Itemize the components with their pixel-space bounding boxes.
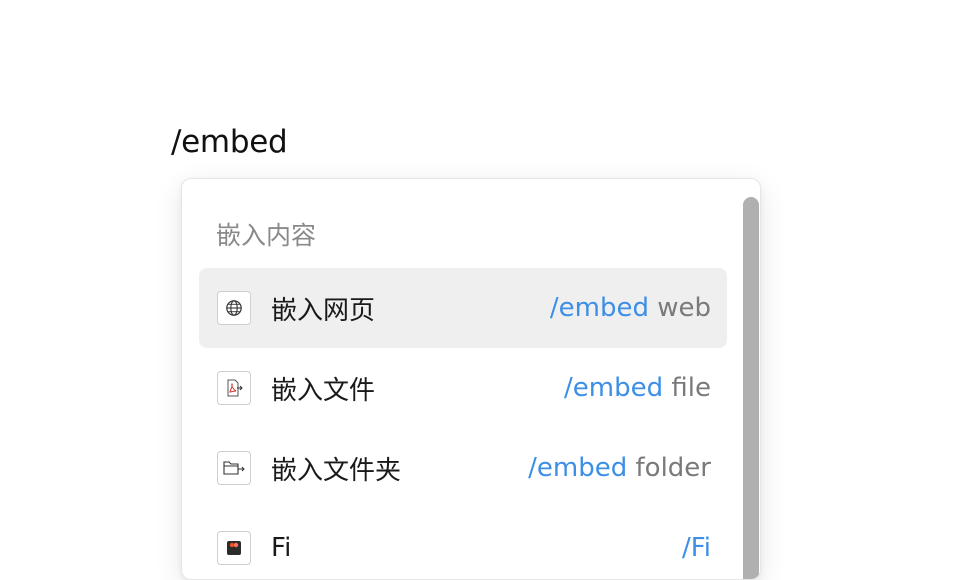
menu-item-shortcut: /Fi [681, 533, 711, 563]
menu-item-embed-folder[interactable]: 嵌入文件夹 /embed folder [199, 428, 727, 508]
editor-typed-text[interactable]: /embed [171, 124, 288, 160]
menu-item-label: 嵌入网页 [271, 295, 376, 326]
popup-scrollbar[interactable] [743, 197, 759, 579]
menu-item-shortcut: /embed web [549, 293, 711, 323]
section-title: 嵌入内容 [216, 221, 317, 250]
embed-command-popup: 嵌入内容 嵌入网页 /embed web 嵌入文件 /embed file 嵌入… [181, 178, 761, 580]
pdf-file-icon [217, 371, 251, 405]
menu-item-label: Fi [271, 533, 292, 563]
menu-item-shortcut: /embed file [564, 373, 711, 403]
menu-item-shortcut: /embed folder [528, 453, 711, 483]
menu-item-label: 嵌入文件夹 [271, 455, 402, 486]
menu-item-figma[interactable]: Fi /Fi [199, 508, 727, 579]
menu-item-embed-file[interactable]: 嵌入文件 /embed file [199, 348, 727, 428]
figma-icon [217, 531, 251, 565]
menu-item-label: 嵌入文件 [271, 375, 376, 406]
menu-item-embed-web[interactable]: 嵌入网页 /embed web [199, 268, 727, 348]
folder-icon [217, 451, 251, 485]
globe-icon [217, 291, 251, 325]
